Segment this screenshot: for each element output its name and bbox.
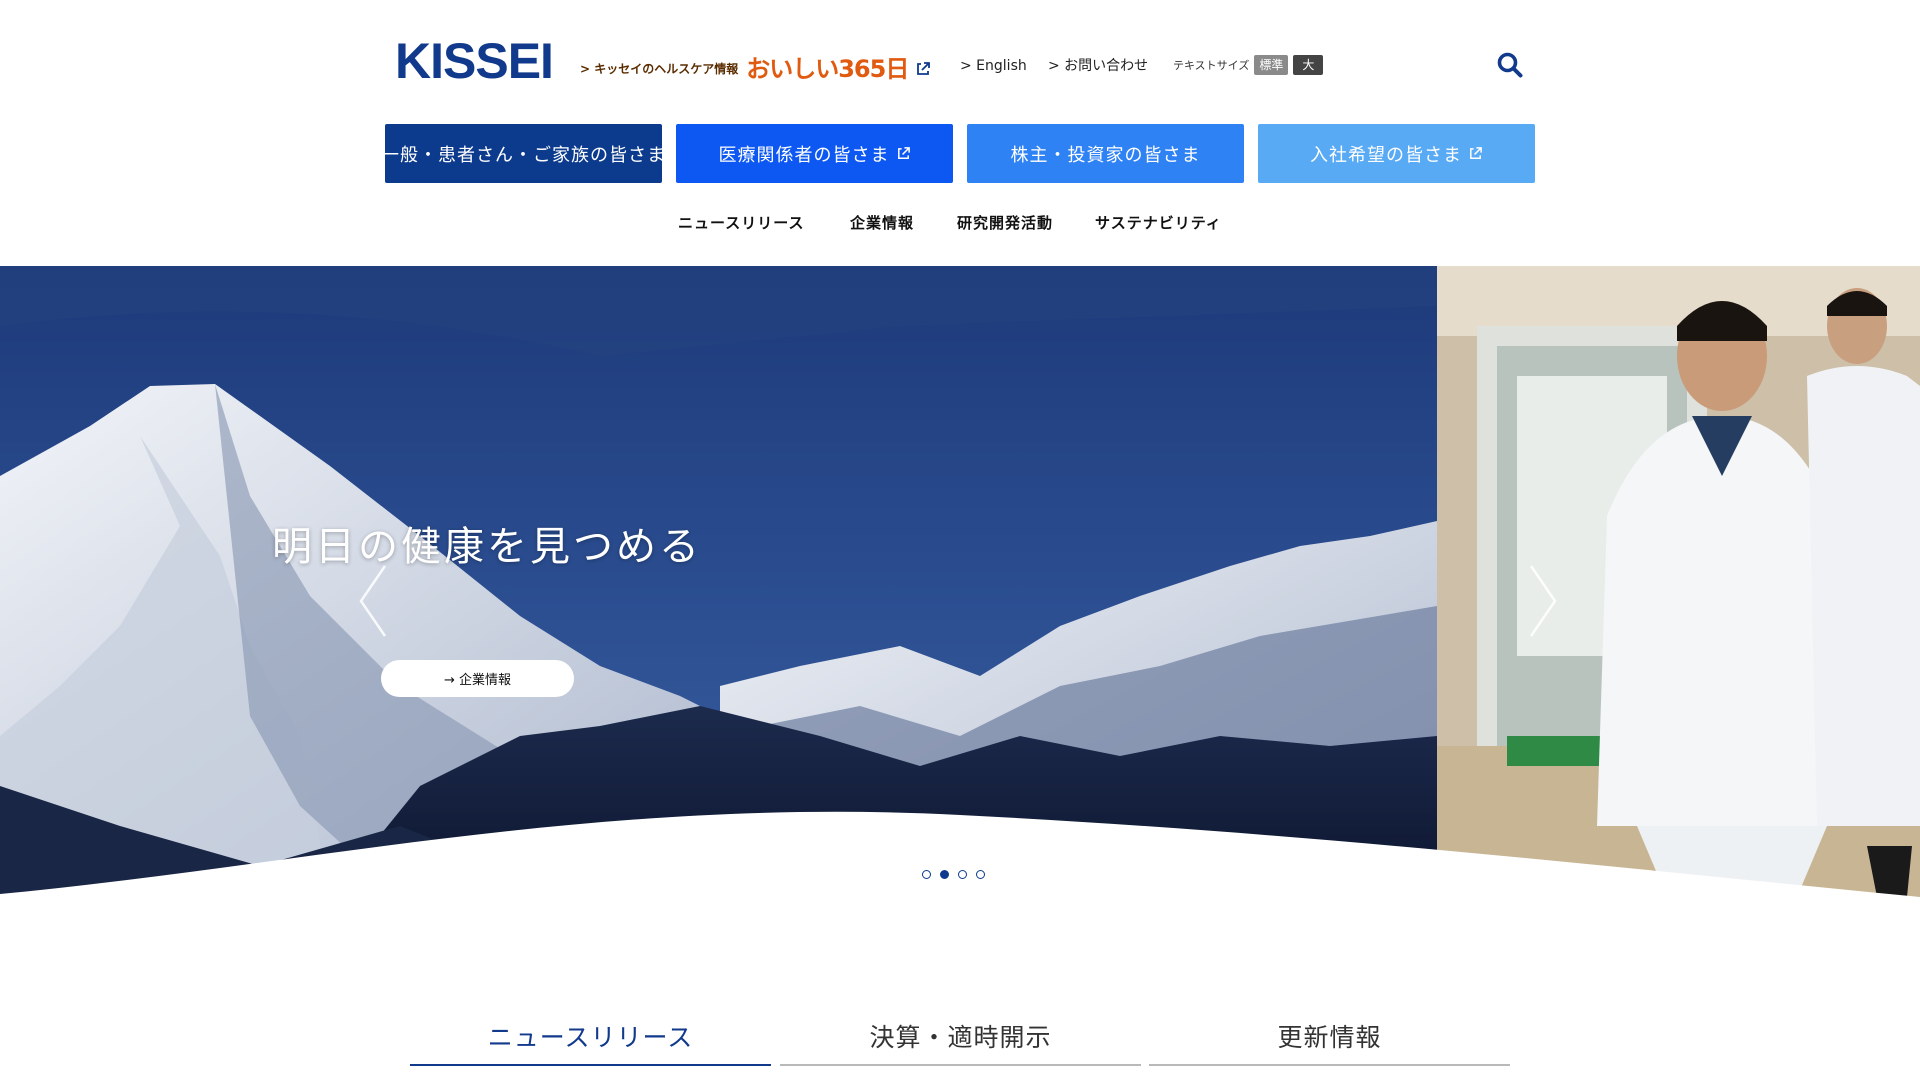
nav-news-release[interactable]: ニュースリリース xyxy=(678,212,805,233)
text-size-standard-button[interactable]: 標準 xyxy=(1254,55,1289,75)
hero-researchers-image xyxy=(1437,266,1920,897)
tab-updates[interactable]: 更新情報 xyxy=(1149,1018,1510,1066)
hero-carousel: 明日の健康を見つめる → 企業情報 xyxy=(0,266,1920,897)
english-link[interactable]: > English xyxy=(960,56,1027,76)
nav-company-info[interactable]: 企業情報 xyxy=(850,212,914,233)
audience-investors-label: 株主・投資家の皆さま xyxy=(1010,144,1201,166)
external-link-icon xyxy=(897,147,910,159)
audience-general-button[interactable]: 一般・患者さん・ご家族の皆さま xyxy=(385,124,662,183)
carousel-pagination xyxy=(922,870,985,879)
hero-title: 明日の健康を見つめる xyxy=(272,524,702,570)
text-size-label: テキストサイズ xyxy=(1173,59,1250,72)
healthcare-info-link[interactable]: > キッセイのヘルスケア情報 おいしい365日 xyxy=(580,56,931,82)
tab-news-release[interactable]: ニュースリリース xyxy=(410,1018,771,1066)
audience-medical-label: 医療関係者の皆さま xyxy=(718,144,890,166)
contact-link[interactable]: > お問い合わせ xyxy=(1048,56,1148,76)
global-nav: ニュースリリース 企業情報 研究開発活動 サステナビリティ xyxy=(0,212,1920,236)
tab-financial-disclosure[interactable]: 決算・適時開示 xyxy=(780,1018,1141,1066)
search-icon[interactable] xyxy=(1495,50,1525,80)
news-tabs: ニュースリリース 決算・適時開示 更新情報 xyxy=(410,1018,1510,1066)
text-size-large-button[interactable]: 大 xyxy=(1293,55,1324,75)
hero-mountain-image xyxy=(0,266,1437,897)
text-size-switcher: テキストサイズ 標準 大 xyxy=(1173,55,1324,75)
external-link-icon xyxy=(1470,147,1482,159)
audience-medical-button[interactable]: 医療関係者の皆さま xyxy=(676,124,953,183)
carousel-next-arrow-icon[interactable] xyxy=(1525,561,1561,641)
carousel-dot-3[interactable] xyxy=(958,870,967,879)
healthcare-link-label: > キッセイのヘルスケア情報 xyxy=(580,62,739,76)
nav-research[interactable]: 研究開発活動 xyxy=(957,212,1053,233)
external-link-icon xyxy=(917,62,931,75)
carousel-dot-1[interactable] xyxy=(922,870,931,879)
kissei-logo[interactable]: KISSEI xyxy=(395,36,554,86)
carousel-dot-2[interactable] xyxy=(940,870,949,879)
audience-recruit-button[interactable]: 入社希望の皆さま xyxy=(1258,124,1535,183)
audience-general-label: 一般・患者さん・ご家族の皆さま xyxy=(385,144,662,166)
carousel-dot-4[interactable] xyxy=(976,870,985,879)
carousel-prev-arrow-icon[interactable] xyxy=(355,561,391,641)
audience-investors-button[interactable]: 株主・投資家の皆さま xyxy=(967,124,1244,183)
audience-recruit-label: 入社希望の皆さま xyxy=(1310,144,1462,166)
site-header: KISSEI > キッセイのヘルスケア情報 おいしい365日 > English… xyxy=(0,0,1920,266)
nav-sustainability[interactable]: サステナビリティ xyxy=(1095,212,1222,233)
oishii-365-logo: おいしい365日 xyxy=(746,55,909,83)
hero-company-info-button[interactable]: → 企業情報 xyxy=(381,660,574,697)
